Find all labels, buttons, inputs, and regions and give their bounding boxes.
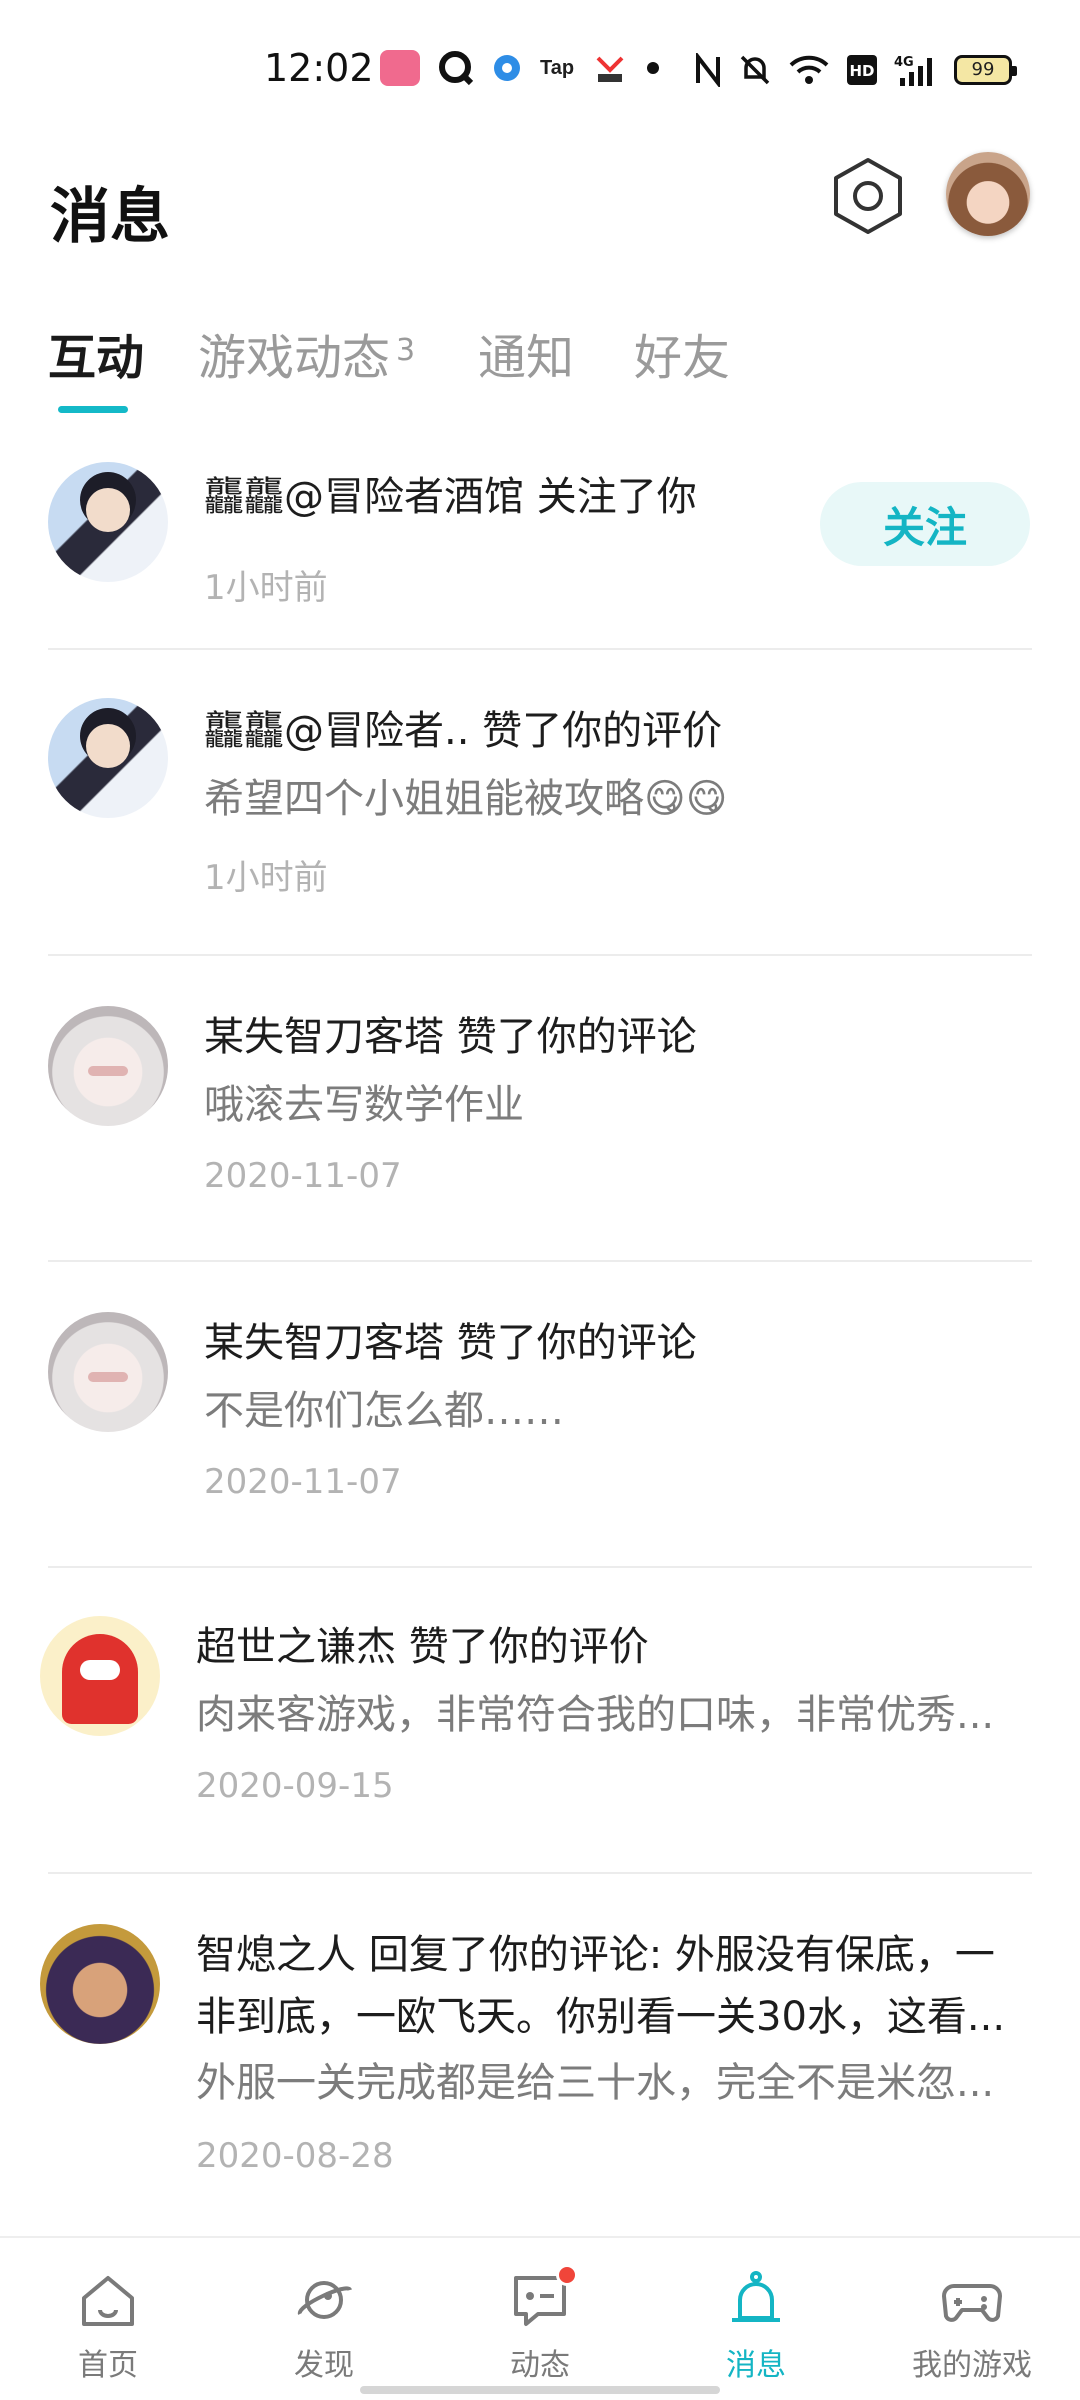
chat-icon-wrap: [508, 2264, 578, 2332]
status-time: 12:02: [264, 46, 374, 90]
message-content: 肉来客游戏，非常符合我的口味，非常优秀...: [196, 1692, 995, 1738]
message-title: 超世之谦杰 赞了你的评价: [196, 1624, 649, 1670]
tab-game-news[interactable]: 游戏动态 3: [198, 318, 415, 388]
message-time: 2020-09-15: [196, 1766, 394, 1806]
tab-label: 互动: [48, 330, 145, 386]
dot-app-icon: [492, 48, 522, 88]
nav-discover[interactable]: 发现: [254, 2268, 394, 2384]
svg-text:4G: 4G: [894, 55, 914, 70]
bird-app-icon: [592, 48, 628, 88]
user-avatar[interactable]: [48, 698, 168, 818]
status-notification-icons: Tap: [380, 48, 660, 88]
nav-label: 我的游戏: [912, 2348, 1032, 2383]
message-time: 2020-11-07: [204, 1462, 402, 1502]
tab-count-badge: 3: [396, 333, 416, 368]
message-title: 龘龘@冒险者.. 赞了你的评价: [204, 708, 723, 754]
page-title: 消息: [50, 182, 170, 252]
message-time: 1小时前: [204, 858, 328, 898]
active-tab-indicator: [58, 406, 128, 413]
home-icon: [82, 2276, 134, 2326]
message-content: 希望四个小姐姐能被攻略😋😋: [204, 776, 728, 822]
message-title: 智熄之人 回复了你的评论: 外服没有保底，一: [196, 1932, 995, 1978]
settings-hexagon-icon: [834, 158, 902, 234]
message-title-line2: 非到底，一欧飞天。你别看一关30水，这看...: [196, 1994, 1006, 2040]
status-system-icons: HD 4G 99: [694, 50, 1017, 90]
user-avatar[interactable]: [48, 1312, 168, 1432]
nav-label: 消息: [726, 2348, 786, 2383]
nav-my-games[interactable]: 我的游戏: [902, 2268, 1042, 2384]
signal-4g-icon: 4G: [894, 50, 938, 90]
message-title: 某失智刀客塔 赞了你的评论: [204, 1320, 697, 1366]
nav-label: 发现: [294, 2348, 354, 2383]
tap-icon: Tap: [540, 56, 575, 79]
message-time: 2020-11-07: [204, 1156, 402, 1196]
message-title: 某失智刀客塔 赞了你的评论: [204, 1014, 697, 1060]
nav-feed[interactable]: 动态: [470, 2264, 610, 2384]
list-item[interactable]: 智熄之人 回复了你的评论: 外服没有保底，一 非到底，一欧飞天。你别看一关30水…: [0, 1874, 1080, 2234]
nav-messages[interactable]: 消息: [686, 2268, 826, 2384]
settings-button[interactable]: [830, 154, 906, 238]
tab-label: 通知: [478, 330, 575, 386]
tab-friends[interactable]: 好友: [634, 318, 730, 388]
wifi-icon: [788, 50, 830, 90]
nav-home[interactable]: 首页: [38, 2268, 178, 2384]
message-content: 外服一关完成都是给三十水，完全不是米忽...: [196, 2060, 995, 2106]
list-item[interactable]: 龘龘@冒险者.. 赞了你的评价 希望四个小姐姐能被攻略😋😋 1小时前: [0, 650, 1080, 956]
home-indicator[interactable]: [360, 2386, 720, 2394]
list-item[interactable]: 龘龘@冒险者酒馆 关注了你 1小时前 关注: [0, 430, 1080, 650]
planet-icon: [297, 2281, 352, 2319]
message-content: 哦滚去写数学作业: [204, 1082, 524, 1128]
nfc-icon: [694, 50, 722, 90]
tab-label: 游戏动态: [198, 330, 391, 386]
message-time: 1小时前: [204, 568, 328, 608]
bell-icon: [732, 2271, 780, 2322]
status-bar: 12:02 Tap HD 4G 99: [0, 0, 1080, 140]
message-content: 不是你们怎么都……: [204, 1388, 564, 1434]
user-avatar[interactable]: [40, 1924, 160, 2044]
messages-screen: 12:02 Tap HD 4G 99 消息 互动 游戏动态 3 通知 好友 龘龘…: [0, 0, 1080, 2400]
page-header: 消息: [0, 150, 1080, 270]
list-item[interactable]: 超世之谦杰 赞了你的评价 肉来客游戏，非常符合我的口味，非常优秀... 2020…: [0, 1568, 1080, 1874]
nav-label: 首页: [78, 2348, 138, 2383]
user-avatar[interactable]: [48, 462, 168, 582]
tab-interaction[interactable]: 互动: [48, 318, 144, 388]
message-title: 龘龘@冒险者酒馆 关注了你: [204, 474, 697, 520]
user-avatar[interactable]: [40, 1616, 160, 1736]
bilibili-icon: [380, 50, 420, 86]
tab-label: 好友: [634, 330, 731, 386]
message-time: 2020-08-28: [196, 2136, 394, 2176]
follow-button[interactable]: 关注: [820, 482, 1030, 566]
tab-notifications[interactable]: 通知: [478, 318, 574, 388]
battery-icon: 99: [954, 55, 1017, 85]
svg-text:HD: HD: [849, 62, 874, 80]
hd-icon: HD: [846, 50, 878, 90]
list-item[interactable]: 某失智刀客塔 赞了你的评论 不是你们怎么都…… 2020-11-07: [0, 1262, 1080, 1568]
bottom-navigation: 首页 发现 动态 消息 我的游戏: [0, 2236, 1080, 2400]
gamepad-icon: [942, 2284, 1002, 2322]
list-item[interactable]: 某失智刀客塔 赞了你的评论 哦滚去写数学作业 2020-11-07: [0, 956, 1080, 1262]
unread-dot: [556, 2264, 578, 2286]
q-icon: [438, 48, 474, 88]
my-avatar[interactable]: [946, 152, 1030, 236]
user-avatar[interactable]: [48, 1006, 168, 1126]
message-tabs: 互动 游戏动态 3 通知 好友: [0, 310, 1080, 420]
mute-icon: [738, 50, 772, 90]
dot-icon: [646, 48, 660, 88]
nav-label: 动态: [510, 2348, 570, 2383]
